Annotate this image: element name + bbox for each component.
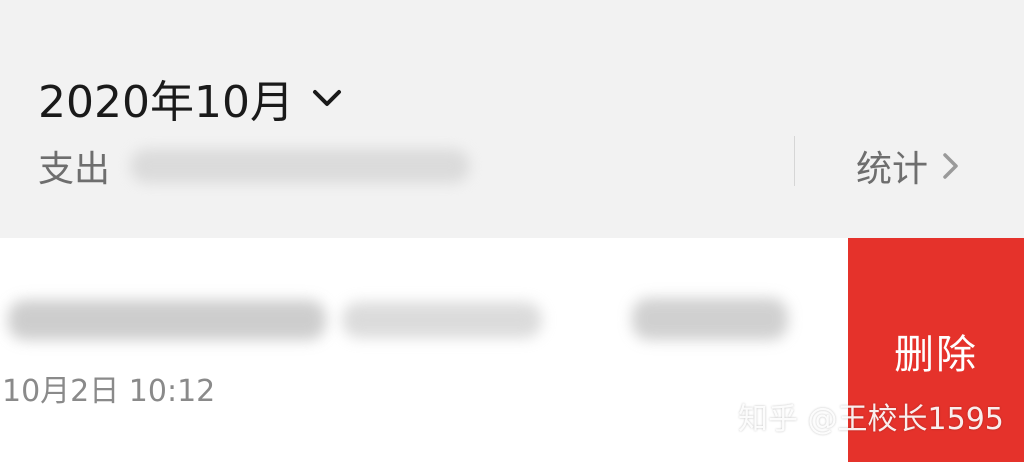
watermark-text: 知乎 @王校长1595 [738,402,1004,437]
transaction-amount-blurred [632,298,788,340]
chevron-down-icon [312,81,346,115]
stats-label: 统计 [856,149,929,190]
chevron-right-icon [942,151,964,181]
transaction-note-blurred [342,302,542,338]
transaction-row[interactable] [0,238,848,462]
expense-summary: 支出 [38,138,471,194]
transaction-time: 10月2日 10:12 [2,374,216,409]
expense-label: 支出 [38,149,111,190]
bill-header: 2020年10月 支出 统计 [0,0,1024,234]
delete-label: 删除 [894,332,978,378]
transaction-title-blurred [8,300,326,340]
expense-amount-blurred [130,149,471,183]
month-label: 2020年10月 [38,77,294,128]
stats-button[interactable]: 统计 [856,138,964,194]
header-divider [794,136,795,186]
month-selector[interactable]: 2020年10月 [38,68,346,128]
